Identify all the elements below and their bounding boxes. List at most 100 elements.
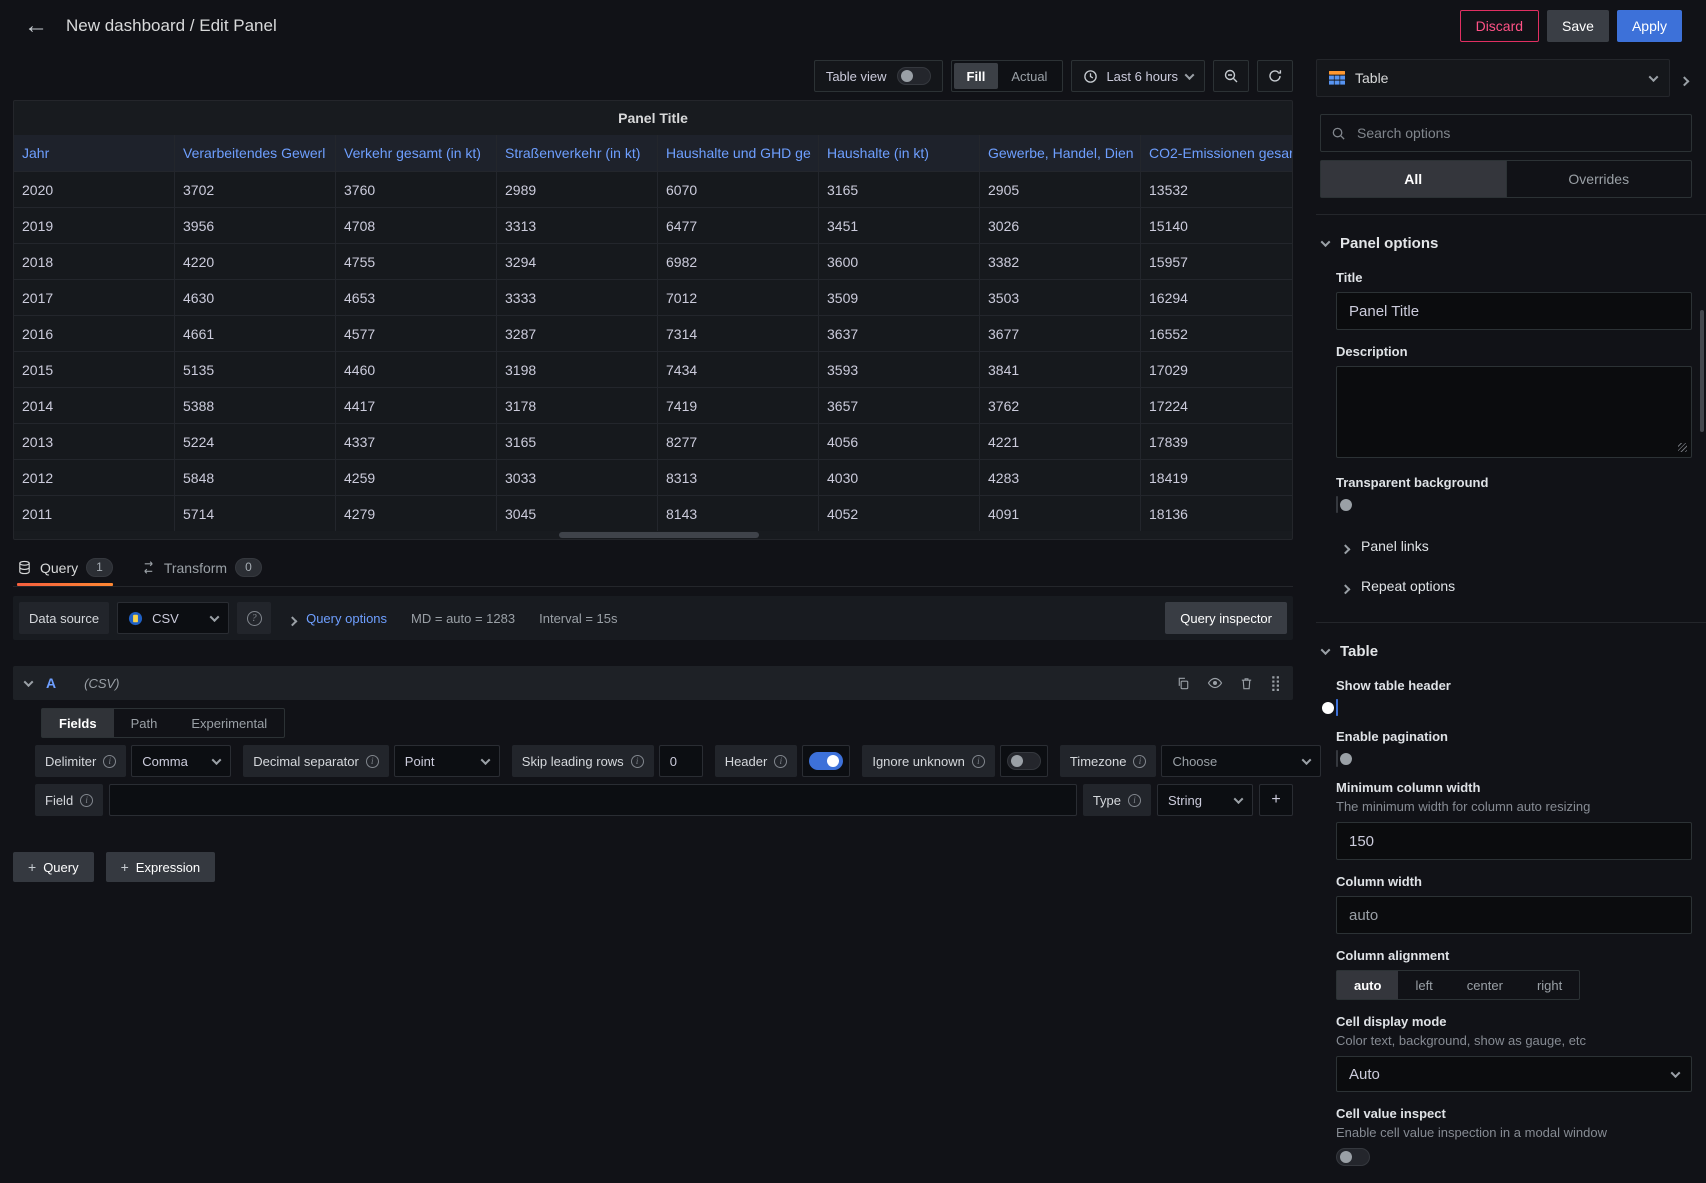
- query-inspector-button[interactable]: Query inspector: [1165, 602, 1287, 634]
- table-viz-icon: [1329, 71, 1345, 85]
- table-view-label: Table view: [826, 69, 887, 84]
- chevron-right-icon: [1341, 544, 1351, 554]
- cell-value-inspect-toggle[interactable]: [1336, 1148, 1370, 1166]
- datasource-help-button[interactable]: ?: [237, 602, 271, 634]
- table-row: 201646614577328773143637367716552: [14, 315, 1292, 351]
- table-cell: 3287: [497, 316, 658, 351]
- column-header[interactable]: CO2-Emissionen gesar: [1141, 135, 1293, 171]
- panel-title: Panel Title: [14, 101, 1292, 135]
- filter-overrides[interactable]: Overrides: [1506, 161, 1692, 197]
- decimal-separator-select[interactable]: Point: [394, 745, 500, 777]
- column-header[interactable]: Verarbeitendes Gewerl: [175, 135, 336, 171]
- collapse-query-icon[interactable]: [24, 677, 34, 687]
- table-cell: 17029: [1141, 352, 1293, 387]
- time-range-label: Last 6 hours: [1106, 69, 1178, 84]
- refresh-button[interactable]: [1257, 60, 1293, 92]
- table-cell: 4030: [819, 460, 980, 495]
- header-toggle[interactable]: [809, 752, 843, 770]
- sidebar-scrollbar-thumb[interactable]: [1700, 310, 1704, 432]
- table-cell: 2014: [14, 388, 175, 423]
- options-search: [1320, 114, 1692, 152]
- chevron-down-icon: [1185, 70, 1195, 80]
- fill-option[interactable]: Fill: [954, 63, 999, 89]
- table-cell: 3677: [980, 316, 1141, 351]
- alignment-option-center[interactable]: center: [1450, 971, 1520, 999]
- zoom-out-button[interactable]: [1213, 60, 1249, 92]
- tab-transform[interactable]: Transform 0: [141, 549, 262, 586]
- column-header[interactable]: Verkehr gesamt (in kt): [336, 135, 497, 171]
- table-cell: 3956: [175, 208, 336, 243]
- column-alignment-label: Column alignment: [1336, 948, 1692, 963]
- ignore-unknown-toggle[interactable]: [1007, 752, 1041, 770]
- chevron-right-icon: [288, 616, 298, 626]
- add-query-button[interactable]: +Query: [13, 852, 94, 882]
- table-cell: 4653: [336, 280, 497, 315]
- timezone-select[interactable]: Choose: [1161, 745, 1321, 777]
- duplicate-query-icon[interactable]: [1176, 676, 1191, 691]
- add-expression-button[interactable]: +Expression: [106, 852, 216, 882]
- column-header[interactable]: Straßenverkehr (in kt): [497, 135, 658, 171]
- add-field-button[interactable]: +: [1259, 784, 1293, 816]
- table-view-toggle[interactable]: [897, 67, 931, 85]
- skip-leading-rows-input[interactable]: [659, 745, 703, 777]
- panel-options-section-header[interactable]: Panel options: [1316, 215, 1706, 256]
- field-input[interactable]: [109, 784, 1077, 816]
- table-cell: 8143: [658, 496, 819, 531]
- resize-handle[interactable]: [1678, 443, 1687, 452]
- panel-links-section[interactable]: Panel links: [1328, 526, 1692, 566]
- delimiter-select[interactable]: Comma: [131, 745, 231, 777]
- table-options-section-header[interactable]: Table: [1316, 623, 1706, 664]
- discard-button[interactable]: Discard: [1460, 10, 1539, 42]
- timezone-label: Timezonei: [1060, 745, 1157, 777]
- search-options-input[interactable]: [1355, 124, 1681, 142]
- table-cell: 7434: [658, 352, 819, 387]
- panel-title-input[interactable]: [1336, 292, 1692, 330]
- editor-tab-path[interactable]: Path: [114, 709, 175, 737]
- header-label: Headeri: [715, 745, 798, 777]
- back-arrow-icon[interactable]: ←: [24, 14, 48, 38]
- column-header[interactable]: Haushalte (in kt): [819, 135, 980, 171]
- column-header[interactable]: Jahr: [14, 135, 175, 171]
- alignment-option-left[interactable]: left: [1398, 971, 1449, 999]
- table-cell: 4091: [980, 496, 1141, 531]
- options-filter: All Overrides: [1320, 160, 1692, 198]
- tab-query[interactable]: Query 1: [17, 549, 113, 586]
- query-tab-label: Query: [40, 560, 78, 576]
- apply-button[interactable]: Apply: [1617, 10, 1682, 42]
- fill-actual-switch: Fill Actual: [951, 60, 1064, 92]
- editor-tab-fields[interactable]: Fields: [42, 709, 114, 737]
- table-cell: 6477: [658, 208, 819, 243]
- chevron-down-icon: [1234, 794, 1244, 804]
- datasource-picker[interactable]: CSV: [117, 602, 229, 634]
- type-select[interactable]: String: [1157, 784, 1253, 816]
- delete-query-trash-icon[interactable]: [1239, 676, 1254, 691]
- enable-pagination-toggle[interactable]: [1336, 750, 1338, 767]
- editor-tab-experimental[interactable]: Experimental: [174, 709, 284, 737]
- repeat-options-section[interactable]: Repeat options: [1328, 566, 1692, 606]
- cell-display-mode-select[interactable]: Auto: [1336, 1056, 1692, 1092]
- drag-handle-icon[interactable]: ⣿: [1270, 674, 1281, 692]
- panel-toolbar: Table view Fill Actual Last 6 hours: [13, 52, 1293, 100]
- collapse-sidebar-button[interactable]: [1670, 59, 1698, 97]
- column-width-input[interactable]: [1336, 896, 1692, 934]
- min-column-width-input[interactable]: [1336, 822, 1692, 860]
- cell-display-mode-description: Color text, background, show as gauge, e…: [1336, 1033, 1692, 1048]
- transparent-background-toggle[interactable]: [1336, 496, 1338, 513]
- description-input[interactable]: [1336, 366, 1692, 458]
- save-button[interactable]: Save: [1547, 10, 1609, 42]
- horizontal-scrollbar-thumb[interactable]: [559, 532, 759, 538]
- column-header[interactable]: Haushalte und GHD ge: [658, 135, 819, 171]
- hide-query-eye-icon[interactable]: [1207, 675, 1223, 691]
- column-header[interactable]: Gewerbe, Handel, Dien: [980, 135, 1141, 171]
- alignment-option-auto[interactable]: auto: [1337, 971, 1398, 999]
- filter-all[interactable]: All: [1321, 161, 1506, 197]
- alignment-option-right[interactable]: right: [1520, 971, 1579, 999]
- visualization-picker[interactable]: Table: [1316, 59, 1670, 97]
- show-table-header-toggle[interactable]: [1336, 699, 1338, 716]
- time-range-picker[interactable]: Last 6 hours: [1071, 60, 1205, 92]
- table-cell: 8313: [658, 460, 819, 495]
- table-cell: 6070: [658, 172, 819, 207]
- query-options-toggle[interactable]: Query options: [306, 611, 387, 626]
- chevron-down-icon: [1321, 645, 1331, 655]
- actual-option[interactable]: Actual: [998, 63, 1060, 89]
